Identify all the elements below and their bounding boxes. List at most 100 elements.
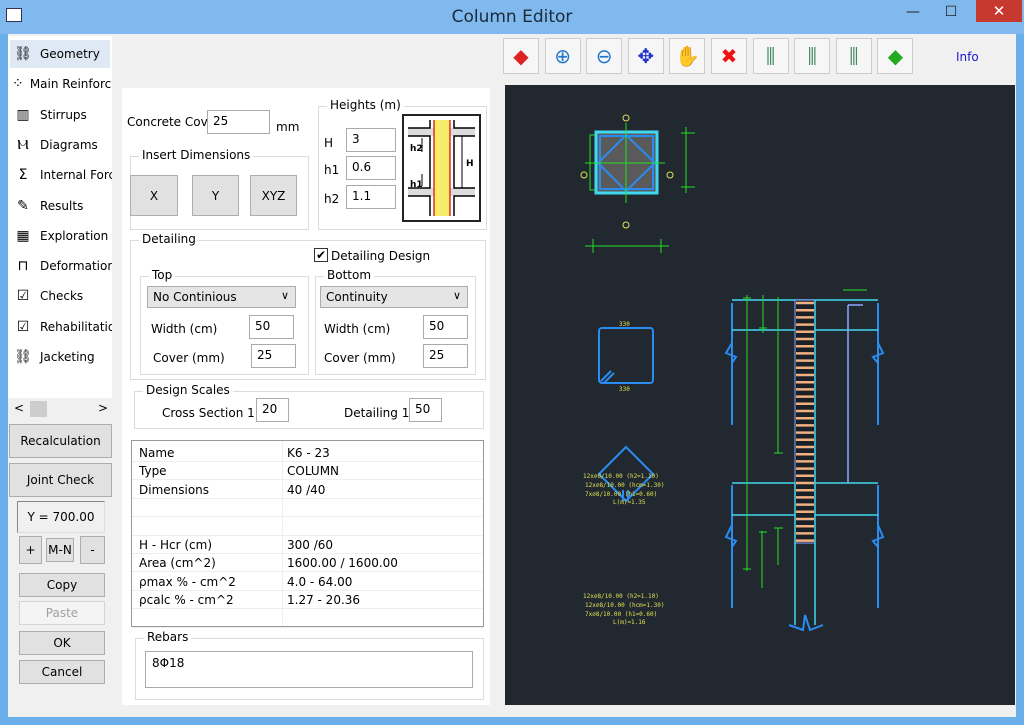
minus-button[interactable]: -: [80, 536, 105, 564]
top-width-input[interactable]: 50: [249, 315, 294, 339]
table-row: Type COLUMN: [132, 462, 483, 481]
sidebar-item-label: Checks: [40, 289, 84, 304]
property-value: 300 /60: [287, 538, 334, 552]
m-n-button[interactable]: M-N: [46, 538, 74, 562]
h1-label: h1: [324, 163, 340, 177]
rebars-input[interactable]: 8Φ18: [145, 651, 473, 688]
close-button[interactable]: ✕: [976, 0, 1022, 22]
rebar-view-2-button[interactable]: ⫼: [794, 38, 831, 74]
zoom-extents-button[interactable]: ✥: [627, 38, 664, 74]
diagrams-icon: Ⲙ: [17, 136, 29, 153]
bottom-continuity-select[interactable]: Continuity ∨: [320, 286, 468, 308]
sidebar-item-results[interactable]: ✎ Results: [10, 192, 112, 220]
delete-icon: ✖: [720, 44, 738, 68]
insert-x-button[interactable]: X: [130, 175, 178, 216]
property-value: 4.0 - 64.00: [287, 574, 353, 589]
zoom-out-button[interactable]: ⊖: [586, 38, 623, 74]
exploration-icon: ▦: [16, 227, 30, 244]
property-value: 1.27 - 20.36: [287, 593, 361, 608]
sidebar-item-label: Internal Forces: [40, 168, 112, 183]
h2-input[interactable]: 1.1: [346, 185, 396, 209]
table-row: H - Hcr (cm) 300 /60: [132, 536, 483, 554]
h-label: H: [324, 136, 334, 150]
scroll-right-button[interactable]: >: [98, 401, 108, 415]
sidebar-item-main-reinforcement[interactable]: ⁘ Main Reinforcement: [10, 70, 112, 98]
joint-check-button[interactable]: Joint Check: [9, 463, 112, 497]
scroll-thumb[interactable]: [30, 401, 47, 417]
sidebar-item-geometry[interactable]: ⛓ Geometry: [10, 40, 110, 68]
rebar-view-3-button[interactable]: ⫼: [835, 38, 872, 74]
cover-unit: mm: [276, 120, 300, 134]
top-continuity-select[interactable]: No Continious ∨: [147, 286, 296, 308]
sidebar-item-stirrups[interactable]: ▥ Stirrups: [10, 101, 112, 129]
copy-button[interactable]: Copy: [19, 573, 105, 597]
property-name: Name: [139, 446, 175, 460]
detailing-scale-input[interactable]: 50: [409, 398, 442, 422]
bottom-width-label: Width (cm): [324, 322, 391, 336]
chevron-down-icon: ∨: [280, 289, 289, 302]
sidebar-item-internal-forces[interactable]: Σ Internal Forces: [10, 161, 112, 189]
table-row: [132, 610, 483, 628]
property-name: Area (cm^2): [139, 556, 216, 571]
scroll-left-button[interactable]: <: [14, 401, 24, 415]
h1-input[interactable]: 0.6: [346, 156, 396, 180]
window-title: Column Editor: [451, 7, 573, 27]
cross-section-scale-input[interactable]: 20: [256, 398, 289, 422]
delete-button[interactable]: ✖: [711, 38, 747, 74]
svg-text:12x∅8/10.00 (hcm=1.30): 12x∅8/10.00 (hcm=1.30): [585, 482, 664, 489]
table-row: Dimensions 40 /40: [132, 481, 483, 499]
sidebar-item-label: Jacketing: [40, 350, 95, 364]
property-value: 40 /40: [287, 482, 326, 497]
h-input[interactable]: 3: [346, 128, 396, 152]
sidebar-item-exploration[interactable]: ▦ Exploration: [10, 222, 112, 250]
rebar-view-1-button[interactable]: ⫼: [752, 38, 789, 74]
ok-button[interactable]: OK: [19, 631, 105, 655]
rebars-title: Rebars: [144, 630, 192, 644]
concrete-cover-input[interactable]: 25: [207, 110, 270, 134]
checks-icon: ☑: [16, 288, 30, 305]
sidebar-item-jacketing[interactable]: ⛓ Jacketing: [10, 343, 112, 371]
insert-xyz-button[interactable]: XYZ: [250, 175, 297, 216]
pan-button[interactable]: ✋: [669, 38, 706, 74]
cross-section-scale-label: Cross Section 1:: [162, 406, 259, 420]
svg-text:330: 330: [619, 386, 630, 393]
detailing-design-checkbox[interactable]: ✔: [314, 248, 328, 262]
cancel-button[interactable]: Cancel: [19, 660, 105, 684]
top-cover-input[interactable]: 25: [251, 344, 296, 368]
info-link[interactable]: Info: [956, 50, 979, 64]
svg-text:7x∅8/10.00 (h1=0.60): 7x∅8/10.00 (h1=0.60): [585, 611, 657, 618]
sidebar-item-deformations[interactable]: ⊓ Deformations: [10, 252, 112, 280]
3d-view-button[interactable]: ◆: [503, 38, 539, 74]
sidebar-item-label: Exploration: [40, 228, 109, 243]
stirrup-shapes: 330 330 12x∅8/10.00 (h2=1.10) 12x∅8/10.00 …: [583, 321, 664, 626]
sidebar-item-checks[interactable]: ☑ Checks: [10, 282, 112, 310]
sidebar-item-rehabilitation[interactable]: ☑ Rehabilitation: [10, 313, 112, 341]
property-name: ρmax % - cm^2: [139, 574, 236, 589]
zoom-in-button[interactable]: ⊕: [544, 38, 581, 74]
plus-button[interactable]: +: [19, 536, 42, 564]
paste-button: Paste: [19, 601, 105, 625]
heights-diagram: h2 h1 H: [402, 114, 481, 222]
property-name: Type: [139, 464, 167, 479]
top-title: Top: [149, 268, 176, 282]
detailing-design-label: Detailing Design: [331, 249, 431, 263]
recalculation-button[interactable]: Recalculation: [9, 424, 112, 458]
maximize-button[interactable]: ☐: [936, 4, 966, 26]
bottom-title: Bottom: [324, 268, 375, 282]
zoom-out-icon: ⊖: [595, 44, 613, 68]
jacketing-icon: ⛓: [14, 349, 32, 365]
3d-shapes-button[interactable]: ◆: [877, 38, 914, 74]
insert-y-button[interactable]: Y: [192, 175, 239, 216]
zoom-extents-icon: ✥: [637, 44, 655, 68]
bottom-width-input[interactable]: 50: [423, 315, 468, 339]
sidebar-scrollbar[interactable]: < >: [8, 400, 112, 420]
top-width-label: Width (cm): [151, 322, 218, 336]
bottom-cover-input[interactable]: 25: [423, 344, 468, 368]
table-row: ρcalc % - cm^2 1.27 - 20.36: [132, 591, 483, 610]
cad-drawing-canvas[interactable]: 330 330 12x∅8/10.00 (h2=1.10) 12x∅8/10.00 …: [505, 85, 1015, 705]
minimize-button[interactable]: —: [898, 4, 928, 26]
property-value: K6 - 23: [287, 446, 330, 460]
sidebar-item-label: Deformations: [40, 259, 112, 274]
sidebar-item-diagrams[interactable]: Ⲙ Diagrams: [10, 131, 112, 159]
y-value-display: Y = 700.00: [17, 501, 105, 533]
